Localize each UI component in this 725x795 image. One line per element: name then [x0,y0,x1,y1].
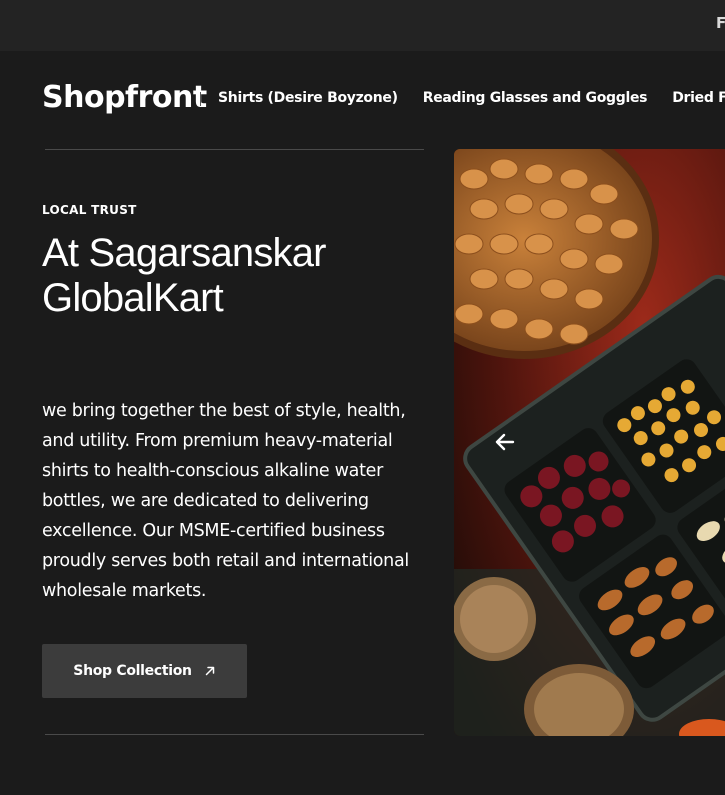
hero-eyebrow: LOCAL TRUST [42,203,137,217]
hero-image [454,149,725,736]
announcement-bar: F [0,0,725,51]
divider-top [45,149,424,150]
nav-item-dried-fruit[interactable]: Dried Fruit [672,90,725,106]
arrow-up-right-icon [205,666,214,676]
hero-description: we bring together the best of style, hea… [42,401,409,601]
nav-item-shirts[interactable]: Shirts (Desire Boyzone) [218,90,398,106]
site-header: Shopfront Shirts (Desire Boyzone) Readin… [0,51,725,146]
nav-item-reading-glasses[interactable]: Reading Glasses and Goggles [423,90,648,106]
site-logo[interactable]: Shopfront [42,80,207,115]
arrow-left-icon[interactable] [492,429,518,455]
hero-title: At Sagarsanskar GlobalKart [42,231,327,320]
main-nav: Shirts (Desire Boyzone) Reading Glasses … [218,90,725,106]
shop-collection-button[interactable]: Shop Collection [42,644,247,698]
divider-bottom [45,734,424,735]
announcement-text: F [716,14,725,32]
nav-divider [200,92,201,106]
shop-collection-label: Shop Collection [73,663,192,679]
